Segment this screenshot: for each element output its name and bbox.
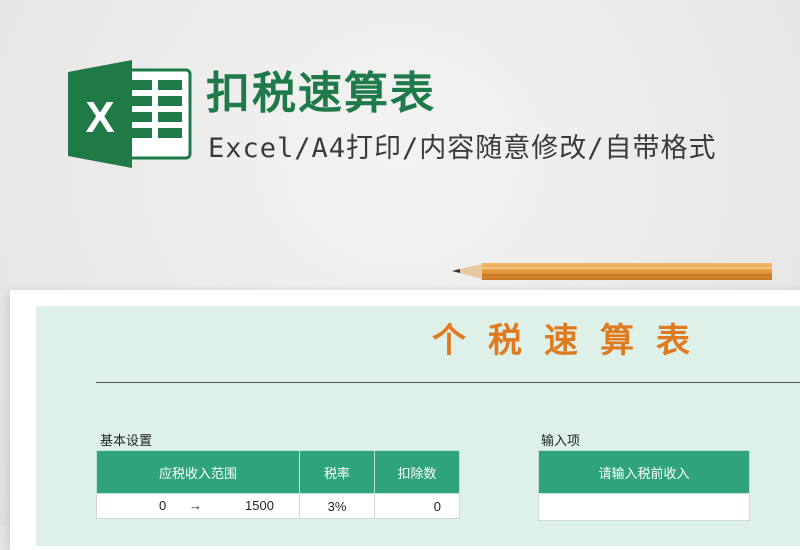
column-header-rate: 税率: [299, 450, 375, 494]
table-row: [538, 493, 750, 521]
pencil-icon: [452, 263, 772, 280]
excel-logo-icon: X: [68, 60, 192, 168]
income-input-table: 请输入税前收入: [538, 450, 750, 521]
basic-settings-label: 基本设置: [100, 433, 153, 448]
income-range-cell[interactable]: 0 → 1500: [96, 493, 300, 519]
page-subtitle: Excel/A4打印/内容随意修改/自带格式: [208, 133, 717, 164]
range-from: 0: [159, 498, 167, 513]
input-section-label: 输入项: [541, 433, 581, 448]
rate-cell[interactable]: 3%: [299, 493, 375, 519]
column-header-deduction: 扣除数: [374, 450, 460, 494]
column-header-income-range: 应税收入范围: [96, 450, 300, 494]
table-header-row: 应税收入范围 税率 扣除数: [96, 450, 460, 494]
title-divider: [96, 382, 800, 383]
sheet-title: 个税速算表: [432, 322, 712, 360]
deduction-cell[interactable]: 0: [374, 493, 460, 519]
column-header-pretax-income: 请输入税前收入: [538, 450, 750, 494]
logo-letter: X: [85, 93, 114, 142]
range-to: 1500: [245, 498, 274, 513]
page-title: 扣税速算表: [206, 68, 436, 119]
input-header-row: 请输入税前收入: [538, 450, 750, 494]
table-row: 0 → 1500 3% 0: [96, 493, 460, 519]
arrow-icon: →: [189, 498, 202, 513]
pretax-income-input[interactable]: [538, 493, 750, 521]
tax-bracket-table: 应税收入范围 税率 扣除数 0 → 1500 3% 0: [96, 450, 460, 519]
